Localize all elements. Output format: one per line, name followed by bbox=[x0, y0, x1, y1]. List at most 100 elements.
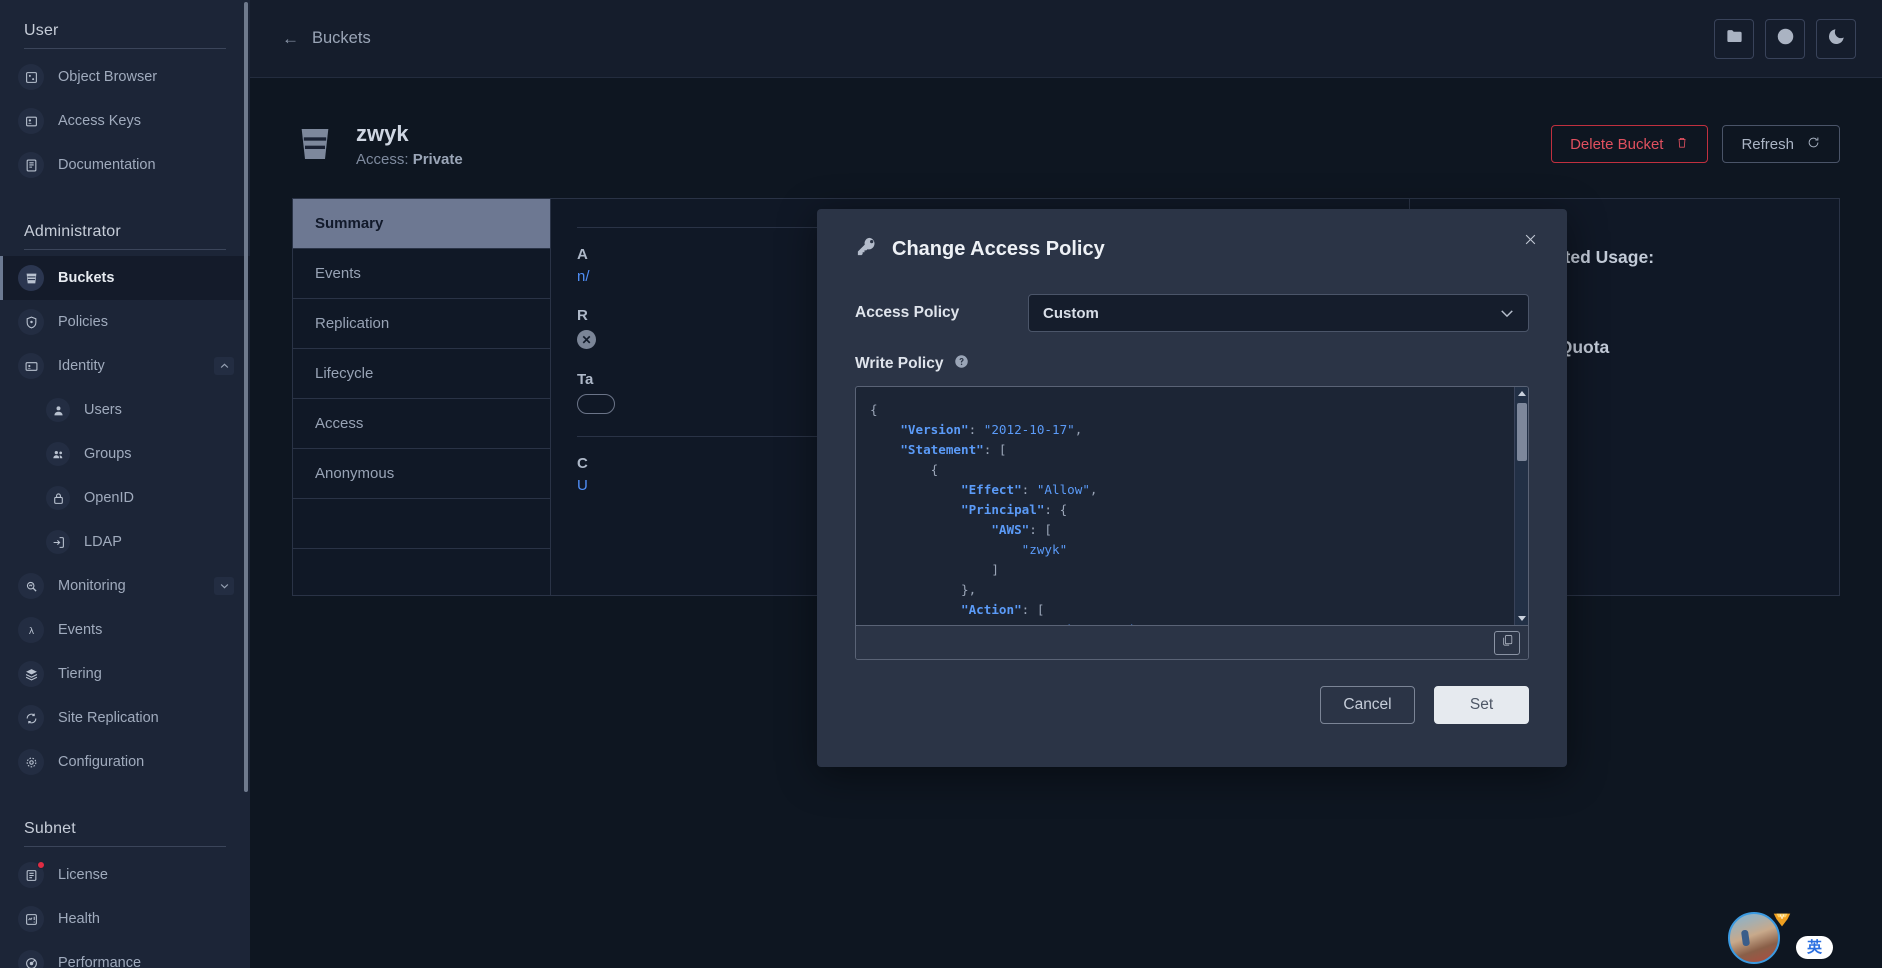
chevron-up-icon[interactable] bbox=[214, 357, 234, 375]
sidebar-item-ldap[interactable]: LDAP bbox=[0, 520, 250, 564]
code-line: "Statement": [ bbox=[900, 442, 1007, 457]
performance-icon bbox=[18, 950, 44, 968]
close-button[interactable] bbox=[1517, 229, 1543, 255]
access-label: Access: bbox=[356, 150, 413, 168]
code-line: "AWS": [ bbox=[991, 522, 1052, 537]
sidebar-item-label: Events bbox=[58, 622, 103, 638]
sidebar-item-configuration[interactable]: Configuration bbox=[0, 740, 250, 784]
sidebar-item-groups[interactable]: Groups bbox=[0, 432, 250, 476]
sidebar-item-site-replication[interactable]: Site Replication bbox=[0, 696, 250, 740]
access-value: Private bbox=[412, 150, 463, 168]
bucket-title-block: zwyk Access: Private bbox=[356, 120, 463, 168]
moon-icon bbox=[1827, 27, 1846, 51]
dialog-title: Change Access Policy bbox=[892, 238, 1105, 260]
sidebar-item-identity[interactable]: Identity bbox=[0, 344, 250, 388]
chevron-down-icon[interactable] bbox=[214, 577, 234, 595]
sidebar-item-events[interactable]: λ Events bbox=[0, 608, 250, 652]
editor-scrollbar[interactable] bbox=[1514, 387, 1528, 625]
refresh-label: Refresh bbox=[1741, 135, 1794, 153]
svg-text:V: V bbox=[1780, 914, 1785, 921]
openid-icon bbox=[46, 486, 70, 510]
sidebar-item-users[interactable]: Users bbox=[0, 388, 250, 432]
breadcrumb[interactable]: ← Buckets bbox=[282, 29, 371, 49]
sidebar-item-buckets[interactable]: Buckets bbox=[0, 256, 250, 300]
sidebar-item-label: Documentation bbox=[58, 157, 156, 173]
folder-button[interactable] bbox=[1714, 18, 1754, 59]
sidebar-item-monitoring[interactable]: Monitoring bbox=[0, 564, 250, 608]
cancel-button[interactable]: Cancel bbox=[1320, 686, 1415, 724]
help-circle-icon[interactable] bbox=[954, 354, 969, 374]
scroll-up-icon[interactable] bbox=[1518, 391, 1526, 396]
dialog-actions: Cancel Set bbox=[855, 686, 1529, 724]
tab-access[interactable]: Access bbox=[293, 399, 550, 449]
sidebar-item-label: Groups bbox=[84, 446, 132, 462]
vip-badge-icon: V bbox=[1771, 909, 1793, 931]
sidebar-item-policies[interactable]: Policies bbox=[0, 300, 250, 344]
dialog-title-row: Change Access Policy bbox=[855, 235, 1529, 264]
sidebar-item-health[interactable]: Health bbox=[0, 897, 250, 941]
topbar: ← Buckets bbox=[250, 0, 1882, 78]
chevron-down-icon bbox=[1500, 305, 1514, 322]
app-root: User Object Browser Access Keys Documentati… bbox=[0, 0, 1882, 968]
theme-toggle-button[interactable] bbox=[1816, 18, 1856, 59]
sidebar-item-license[interactable]: License bbox=[0, 853, 250, 897]
copy-icon bbox=[1501, 634, 1514, 652]
access-policy-value: Custom bbox=[1043, 304, 1099, 322]
sidebar-item-label: Site Replication bbox=[58, 710, 159, 726]
tab-replication[interactable]: Replication bbox=[293, 299, 550, 349]
sidebar-section-title: Administrator bbox=[24, 223, 121, 240]
code-line: "Effect": "Allow", bbox=[961, 482, 1098, 497]
topbar-actions bbox=[1714, 18, 1856, 59]
help-button[interactable] bbox=[1765, 18, 1805, 59]
tag-pill bbox=[577, 394, 615, 414]
access-policy-field: Access Policy Custom bbox=[855, 294, 1529, 332]
ime-language-label[interactable]: 英 bbox=[1796, 936, 1834, 959]
sidebar-section-title: User bbox=[24, 22, 59, 39]
tab-filler bbox=[293, 499, 550, 549]
tab-lifecycle[interactable]: Lifecycle bbox=[293, 349, 550, 399]
back-arrow-icon[interactable]: ← bbox=[282, 29, 299, 49]
sidebar-item-access-keys[interactable]: Access Keys bbox=[0, 99, 250, 143]
access-policy-select[interactable]: Custom bbox=[1028, 294, 1529, 332]
code-line: ] bbox=[870, 562, 999, 577]
sidebar-item-label: Tiering bbox=[58, 666, 102, 682]
refresh-button[interactable]: Refresh bbox=[1722, 125, 1840, 163]
sidebar-item-label: Buckets bbox=[58, 270, 115, 286]
sidebar-item-label: LDAP bbox=[84, 534, 122, 550]
sidebar-item-documentation[interactable]: Documentation bbox=[0, 143, 250, 187]
code-line: "Version": "2012-10-17", bbox=[900, 422, 1083, 437]
tab-events[interactable]: Events bbox=[293, 249, 550, 299]
policy-editor[interactable]: { "Version": "2012-10-17", "Statement": … bbox=[855, 386, 1529, 660]
notification-dot bbox=[37, 861, 45, 869]
tab-anonymous[interactable]: Anonymous bbox=[293, 449, 550, 499]
trash-icon bbox=[1675, 135, 1689, 154]
copy-button[interactable] bbox=[1494, 630, 1520, 655]
tab-summary[interactable]: Summary bbox=[293, 199, 550, 249]
tab-list: Summary Events Replication Lifecycle Access A… bbox=[293, 199, 551, 595]
delete-bucket-button[interactable]: Delete Bucket bbox=[1551, 125, 1709, 163]
close-circle-icon: ✕ bbox=[577, 330, 596, 349]
change-access-policy-dialog: Change Access Policy Access Policy Custo… bbox=[817, 209, 1567, 767]
key-icon bbox=[855, 235, 878, 264]
sidebar-item-tiering[interactable]: Tiering bbox=[0, 652, 250, 696]
sidebar-divider bbox=[24, 48, 226, 49]
monitoring-icon bbox=[18, 573, 44, 599]
sidebar-section-title: Subnet bbox=[24, 820, 76, 837]
code-line: "zwyk" bbox=[1021, 542, 1068, 557]
ime-floating-widget[interactable]: V 英 bbox=[1728, 909, 1834, 964]
sidebar-item-object-browser[interactable]: Object Browser bbox=[0, 55, 250, 99]
bucket-icon bbox=[292, 121, 338, 167]
bucket-header: zwyk Access: Private Delete Bucket Refre… bbox=[292, 108, 1840, 180]
scroll-down-icon[interactable] bbox=[1518, 616, 1526, 621]
sidebar-item-openid[interactable]: OpenID bbox=[0, 476, 250, 520]
sidebar-scrollbar[interactable] bbox=[244, 2, 248, 792]
sidebar-item-label: Access Keys bbox=[58, 113, 141, 129]
policy-editor-text[interactable]: { "Version": "2012-10-17", "Statement": … bbox=[856, 387, 1514, 625]
ldap-icon bbox=[46, 530, 70, 554]
sidebar-item-performance[interactable]: Performance bbox=[0, 941, 250, 968]
sidebar-item-label: License bbox=[58, 867, 108, 883]
set-button[interactable]: Set bbox=[1434, 686, 1529, 724]
scrollbar-thumb[interactable] bbox=[1517, 403, 1527, 461]
